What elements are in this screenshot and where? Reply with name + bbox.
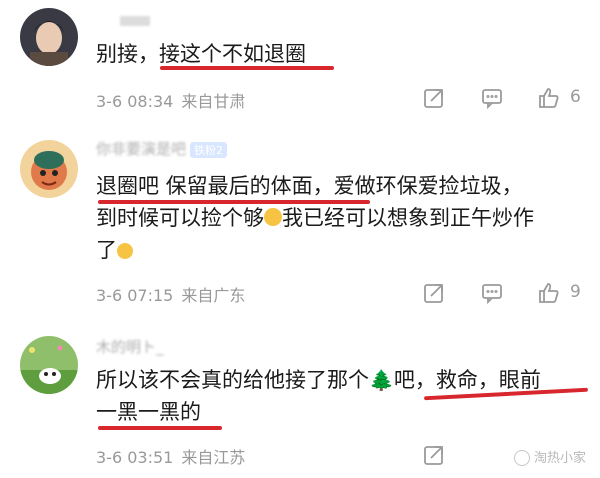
fan-badge: 铁粉2 <box>190 141 228 158</box>
comment-icon <box>482 89 502 110</box>
laugh-emoji-icon <box>264 208 282 226</box>
like-count: 6 <box>570 87 581 107</box>
avatar[interactable] <box>20 8 78 66</box>
avatar[interactable] <box>20 140 78 198</box>
comment-actions: 6 <box>0 84 600 114</box>
share-icon <box>424 284 443 303</box>
username-redacted <box>120 16 150 26</box>
like-icon <box>539 88 559 108</box>
share-icon <box>424 89 443 108</box>
tree-emoji-icon: 🌲 <box>369 368 394 392</box>
share-icon <box>424 446 443 465</box>
avatar[interactable] <box>20 336 78 394</box>
share-button[interactable] <box>420 279 448 307</box>
comment-actions <box>0 441 600 471</box>
like-icon <box>539 283 559 303</box>
reply-button[interactable] <box>478 84 506 112</box>
sweat-emoji-icon <box>117 243 133 259</box>
comment-2: 你非要演是吧 铁粉2 退圈吧 保留最后的体面，爱做环保爱捡垃圾， 到时候可以捡个够… <box>0 130 600 310</box>
comment-1: 别接，接这个不如退圈 3-6 08:34 来自甘肃 6 <box>0 0 600 120</box>
username[interactable]: 你非要演是吧 铁粉2 <box>96 138 228 159</box>
comment-line: 退圈吧 保留最后的体面，爱做环保爱捡垃圾， <box>96 174 523 198</box>
watermark-logo-icon <box>513 450 530 466</box>
comment-actions: 9 <box>0 279 600 309</box>
comment-text: 所以该不会真的给他接了那个🌲吧，救命，眼前 一黑一黑的 <box>96 364 586 428</box>
share-button[interactable] <box>420 441 448 469</box>
comment-icon <box>482 284 502 305</box>
share-button[interactable] <box>420 84 448 112</box>
watermark: 淘热小家 <box>513 447 586 466</box>
like-count: 9 <box>570 282 581 302</box>
like-button[interactable] <box>535 279 563 307</box>
highlight-underline <box>160 66 334 70</box>
highlight-underline <box>98 426 222 430</box>
comment-line: 到时候可以捡个够 我已经可以想象到正午炒作 <box>96 206 534 230</box>
reply-button[interactable] <box>478 279 506 307</box>
comment-line: 一黑一黑的 <box>96 400 201 424</box>
like-button[interactable] <box>535 84 563 112</box>
comment-line: 了 <box>96 234 586 266</box>
username[interactable]: 木的明ト_ <box>96 336 164 357</box>
comment-text: 退圈吧 保留最后的体面，爱做环保爱捡垃圾， 到时候可以捡个够 我已经可以想象到正午… <box>96 170 586 266</box>
comment-3: 木的明ト_ 所以该不会真的给他接了那个🌲吧，救命，眼前 一黑一黑的 3-6 03… <box>0 320 600 478</box>
highlight-underline <box>98 200 370 204</box>
